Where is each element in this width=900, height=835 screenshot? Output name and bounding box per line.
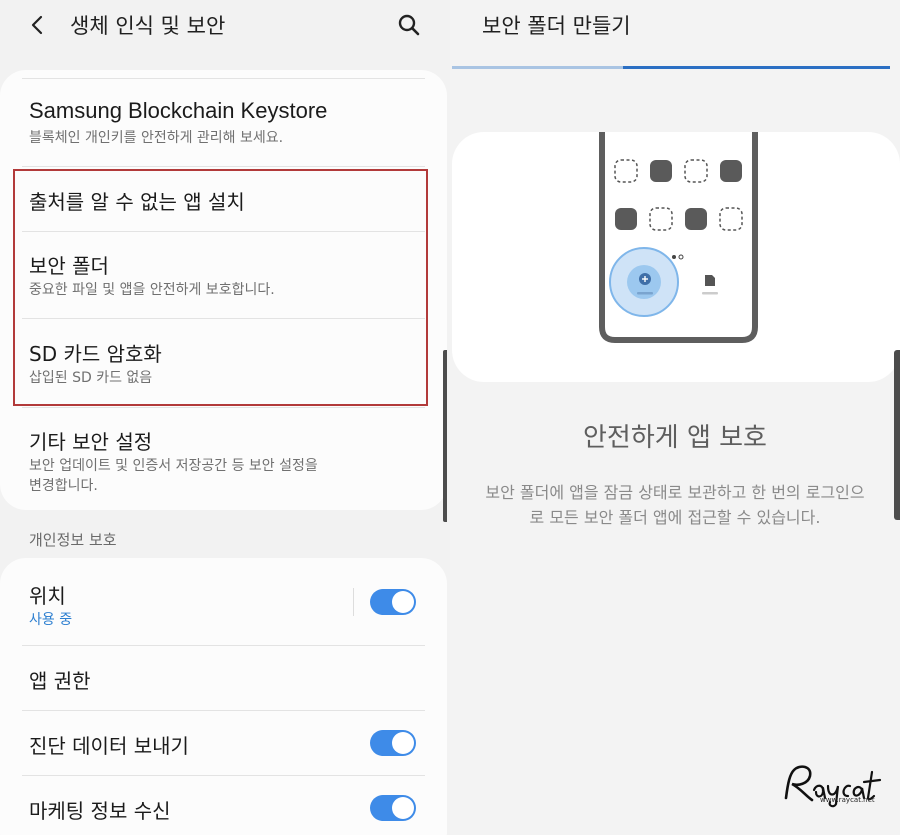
diagnostic-data-item[interactable]: 진단 데이터 보내기 [0, 724, 447, 774]
divider [22, 710, 425, 711]
marketing-info-item[interactable]: 마케팅 정보 수신 [0, 789, 447, 835]
divider [22, 78, 425, 79]
highlight-box [13, 169, 428, 406]
other-security-settings-subtitle-cont: 변경합니다. [29, 478, 98, 494]
other-security-settings-subtitle: 보안 업데이트 및 인증서 저장공간 등 보안 설정을 [29, 458, 318, 474]
divider [22, 166, 425, 167]
search-icon [398, 14, 420, 36]
toggle-knob [392, 591, 414, 613]
toggle-knob [392, 797, 414, 819]
secure-folder-setup-screen: 보안 폴더 만들기 안전하게 앱 보호 보안 폴더에 앱을 잠금 상태로 보관하… [450, 0, 900, 835]
other-security-settings-item[interactable]: 기타 보안 설정 보안 업데이트 및 인증서 저장공간 등 보안 설정을 변경합… [0, 422, 447, 502]
app-permissions-title: 앱 권한 [29, 669, 91, 693]
illustration-card [452, 132, 900, 382]
location-toggle[interactable] [370, 589, 416, 615]
divider [22, 645, 425, 646]
privacy-section-header: 개인정보 보호 [29, 531, 117, 549]
chevron-left-icon [31, 15, 43, 35]
privacy-settings-card: 위치 사용 중 앱 권한 진단 데이터 보내기 마케팅 정보 수신 [0, 558, 447, 835]
location-title: 위치 [29, 584, 66, 608]
watermark-site: www.raycat.net [820, 796, 875, 804]
divider [353, 588, 354, 616]
diagnostic-data-title: 진단 데이터 보내기 [29, 734, 189, 758]
phone-illustration [599, 132, 758, 343]
keystore-subtitle: 블록체인 개인키를 안전하게 관리해 보세요. [29, 130, 284, 146]
app-bar: 생체 인식 및 보안 [0, 0, 447, 50]
page-title: 생체 인식 및 보안 [70, 14, 226, 38]
page-title: 보안 폴더 만들기 [482, 14, 631, 38]
scroll-edge [894, 350, 900, 520]
progress-fill [623, 66, 890, 69]
divider [22, 407, 425, 408]
description: 보안 폴더에 앱을 잠금 상태로 보관하고 한 번의 로그인으로 모든 보안 폴… [485, 483, 865, 527]
scroll-edge [443, 350, 447, 522]
app-permissions-item[interactable]: 앱 권한 [0, 658, 447, 708]
security-settings-screen: 생체 인식 및 보안 Samsung Blockchain Keystore 블… [0, 0, 447, 835]
headline: 안전하게 앱 보호 [583, 423, 767, 453]
search-button[interactable] [393, 9, 425, 41]
keystore-item[interactable]: Samsung Blockchain Keystore 블록체인 개인키를 안전… [0, 96, 447, 166]
toggle-knob [392, 732, 414, 754]
other-security-settings-title: 기타 보안 설정 [29, 430, 153, 454]
diagnostic-data-toggle[interactable] [370, 730, 416, 756]
marketing-info-toggle[interactable] [370, 795, 416, 821]
location-status: 사용 중 [29, 612, 73, 628]
marketing-info-title: 마케팅 정보 수신 [29, 799, 171, 823]
location-item[interactable]: 위치 사용 중 [0, 574, 447, 634]
keystore-title: Samsung Blockchain Keystore [29, 98, 328, 123]
back-button[interactable] [22, 9, 54, 41]
divider [22, 775, 425, 776]
